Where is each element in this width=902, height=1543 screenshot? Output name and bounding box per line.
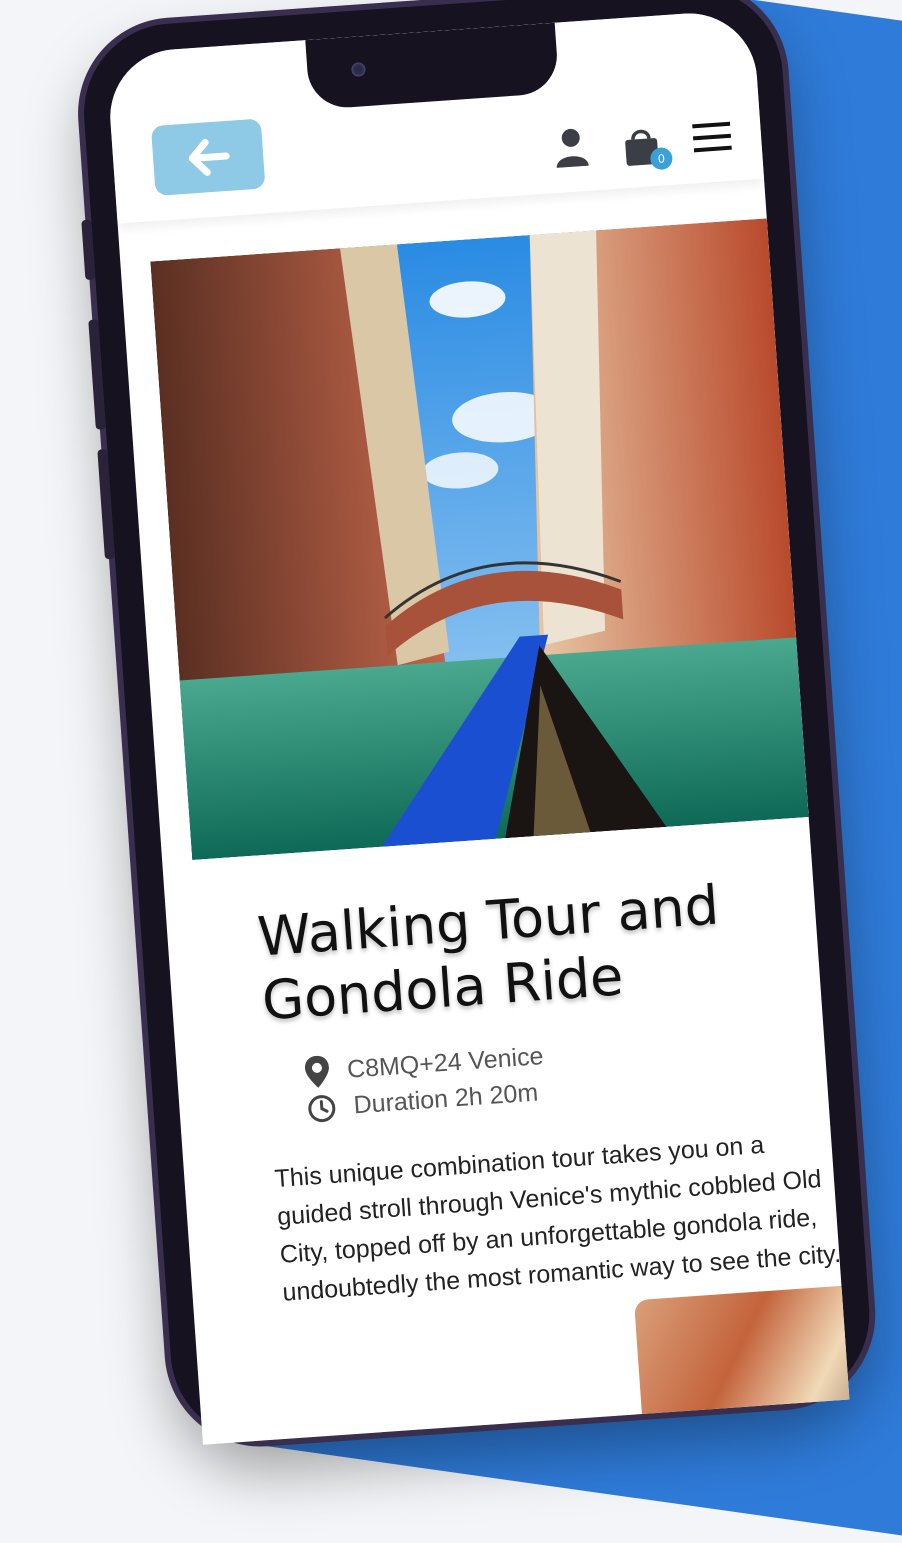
location-text: C8MQ+24 Venice [346,1041,545,1084]
phone-screen: 0 Walking Tour and Gondola Ride C8MQ+24 … [105,8,850,1445]
tour-title: Walking Tour and Gondola Ride [255,873,721,1033]
clock-icon [308,1094,336,1122]
phone-device: 0 Walking Tour and Gondola Ride C8MQ+24 … [78,0,876,1447]
tour-description: This unique combination tour takes you o… [273,1130,842,1307]
arrow-left-icon [188,138,230,176]
hamburger-menu-icon[interactable] [692,120,732,160]
map-pin-icon [305,1055,329,1088]
user-icon[interactable] [552,126,591,173]
back-button[interactable] [150,118,266,196]
tour-meta: C8MQ+24 Venice Duration 2h 20m [304,1023,788,1123]
tour-hero-image [150,218,809,861]
cart-count-badge: 0 [649,146,674,170]
header-actions: 0 [552,116,733,173]
duration-text: Duration 2h 20m [352,1078,540,1120]
tour-details: Walking Tour and Gondola Ride C8MQ+24 Ve… [255,870,842,1337]
cart-button[interactable]: 0 [618,121,674,170]
front-camera [350,62,366,78]
